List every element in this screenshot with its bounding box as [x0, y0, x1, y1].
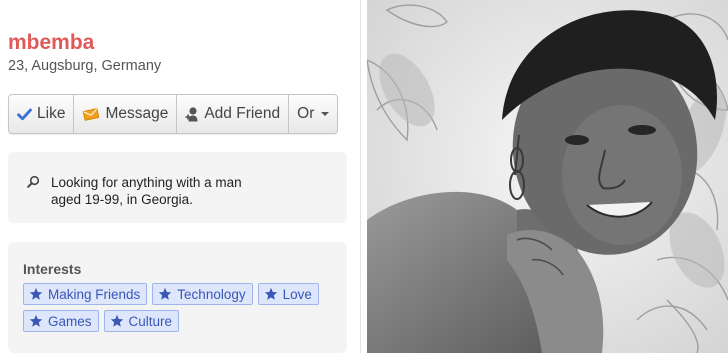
tag-row: Games Culture — [23, 310, 343, 337]
panel-divider — [360, 0, 367, 353]
star-icon — [29, 314, 43, 327]
interest-tag[interactable]: Technology — [152, 283, 253, 305]
profile-photo[interactable] — [367, 0, 728, 353]
envelope-icon — [83, 107, 100, 121]
add-friend-button[interactable]: Add Friend — [177, 95, 290, 133]
interest-tag-label: Love — [282, 286, 312, 302]
interests-card: Interests Making Friends Technology Love — [8, 242, 347, 353]
looking-for-text: Looking for anything with a man aged 19-… — [51, 174, 281, 208]
profile-panel: mbemba 23, Augsburg, Germany Like Messag… — [0, 0, 360, 353]
looking-for-line2: aged 19-99, in Georgia. — [51, 192, 193, 207]
tag-row: Making Friends Technology Love — [23, 283, 343, 310]
star-icon — [29, 287, 43, 300]
interest-tag-label: Making Friends — [48, 286, 141, 302]
like-label: Like — [37, 105, 66, 122]
add-user-icon — [185, 106, 198, 121]
star-icon — [159, 287, 172, 300]
profile-meta: 23, Augsburg, Germany — [8, 58, 162, 74]
profile-photo-image — [367, 0, 728, 353]
star-icon — [264, 287, 277, 300]
profile-name[interactable]: mbemba — [8, 31, 94, 55]
action-button-group: Like Message Add Friend Or — [8, 94, 339, 134]
star-icon — [110, 314, 123, 327]
or-label: Or — [297, 105, 315, 122]
search-icon — [27, 175, 40, 188]
interest-tag-label: Games — [48, 313, 92, 329]
interest-tag[interactable]: Love — [257, 283, 319, 305]
interest-tags: Making Friends Technology Love Games Cul… — [23, 283, 343, 337]
check-icon — [17, 108, 32, 120]
interest-tag[interactable]: Culture — [103, 310, 180, 332]
looking-for-line1: Looking for anything with a man — [51, 175, 242, 190]
interest-tag[interactable]: Making Friends — [23, 283, 148, 305]
message-label: Message — [105, 105, 169, 122]
or-dropdown-button[interactable]: Or — [289, 95, 337, 133]
interest-tag-label: Technology — [177, 286, 246, 302]
message-button[interactable]: Message — [74, 95, 178, 133]
interests-heading: Interests — [23, 261, 82, 277]
looking-for-card: Looking for anything with a man aged 19-… — [8, 152, 347, 223]
interest-tag-label: Culture — [128, 313, 173, 329]
add-friend-label: Add Friend — [204, 105, 281, 122]
caret-down-icon — [321, 112, 330, 116]
like-button[interactable]: Like — [9, 95, 75, 133]
interest-tag[interactable]: Games — [23, 310, 99, 332]
